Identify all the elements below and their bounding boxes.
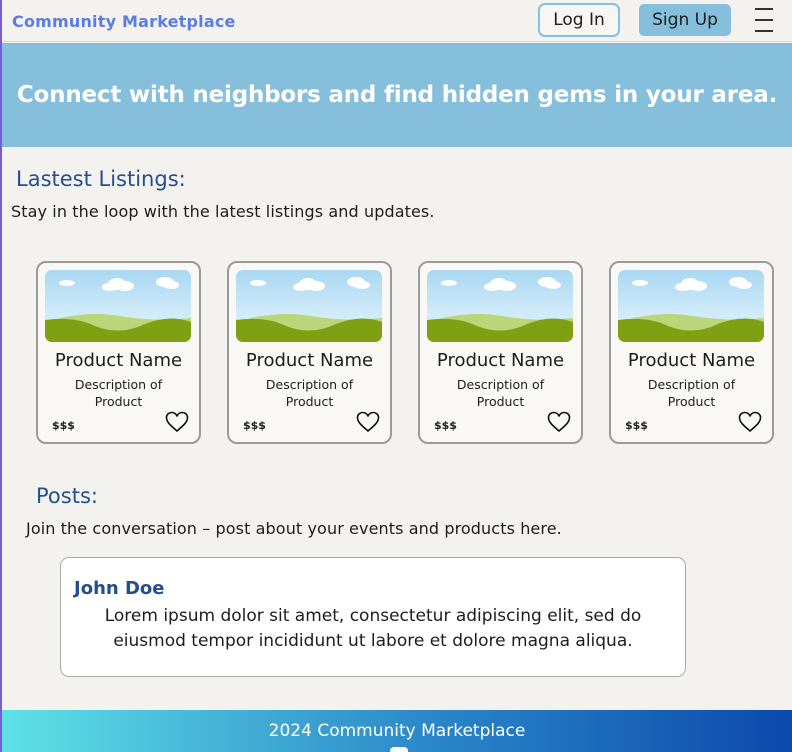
product-description: Description of Product	[420, 376, 581, 410]
product-description: Description of Product	[38, 376, 199, 410]
signup-button[interactable]: Sign Up	[639, 4, 731, 36]
login-button[interactable]: Log In	[538, 3, 620, 37]
footer-copyright: 2024 Community Marketplace	[268, 721, 526, 741]
product-description: Description of Product	[229, 376, 390, 410]
listings-title: Lastest Listings:	[16, 167, 186, 191]
posts-title: Posts:	[36, 484, 98, 508]
heart-icon[interactable]	[165, 411, 189, 433]
product-image-placeholder	[45, 270, 191, 342]
product-card[interactable]: Product Name Description of Product $$$	[609, 261, 774, 444]
product-price: $$$	[434, 419, 457, 432]
product-description-line: Description of	[647, 377, 736, 392]
hero-tagline: Connect with neighbors and find hidden g…	[16, 82, 778, 108]
hamburger-icon[interactable]	[755, 8, 775, 32]
heart-icon[interactable]	[547, 411, 571, 433]
footer: 2024 Community Marketplace	[2, 710, 792, 752]
heart-icon[interactable]	[356, 411, 380, 433]
product-description-line: Product	[667, 394, 716, 409]
post-author[interactable]: John Doe	[74, 578, 164, 599]
heart-icon[interactable]	[738, 411, 762, 433]
product-name: Product Name	[627, 350, 756, 371]
hero-banner: Connect with neighbors and find hidden g…	[2, 43, 792, 147]
product-price: $$$	[243, 419, 266, 432]
product-price: $$$	[625, 419, 648, 432]
brand-logo-text[interactable]: Community Marketplace	[12, 12, 236, 31]
product-description: Description of Product	[611, 376, 772, 410]
product-description-line: Product	[94, 394, 143, 409]
product-description-line: Product	[285, 394, 334, 409]
scroll-handle[interactable]	[390, 747, 408, 752]
product-description-line: Description of	[456, 377, 545, 392]
product-description-line: Description of	[265, 377, 354, 392]
product-image-placeholder	[618, 270, 764, 342]
product-name: Product Name	[54, 350, 183, 371]
top-nav: Community Marketplace Log In Sign Up	[2, 0, 792, 42]
product-image-placeholder	[427, 270, 573, 342]
listings-subtitle: Stay in the loop with the latest listing…	[11, 202, 435, 221]
product-card[interactable]: Product Name Description of Product $$$	[227, 261, 392, 444]
product-name: Product Name	[245, 350, 374, 371]
posts-subtitle: Join the conversation – post about your …	[26, 519, 562, 538]
product-card[interactable]: Product Name Description of Product $$$	[36, 261, 201, 444]
post-card[interactable]: John Doe Lorem ipsum dolor sit amet, con…	[60, 557, 686, 677]
post-body: Lorem ipsum dolor sit amet, consectetur …	[104, 606, 642, 651]
product-name: Product Name	[436, 350, 565, 371]
product-price: $$$	[52, 419, 75, 432]
product-card[interactable]: Product Name Description of Product $$$	[418, 261, 583, 444]
product-description-line: Description of	[74, 377, 163, 392]
product-image-placeholder	[236, 270, 382, 342]
product-description-line: Product	[476, 394, 525, 409]
